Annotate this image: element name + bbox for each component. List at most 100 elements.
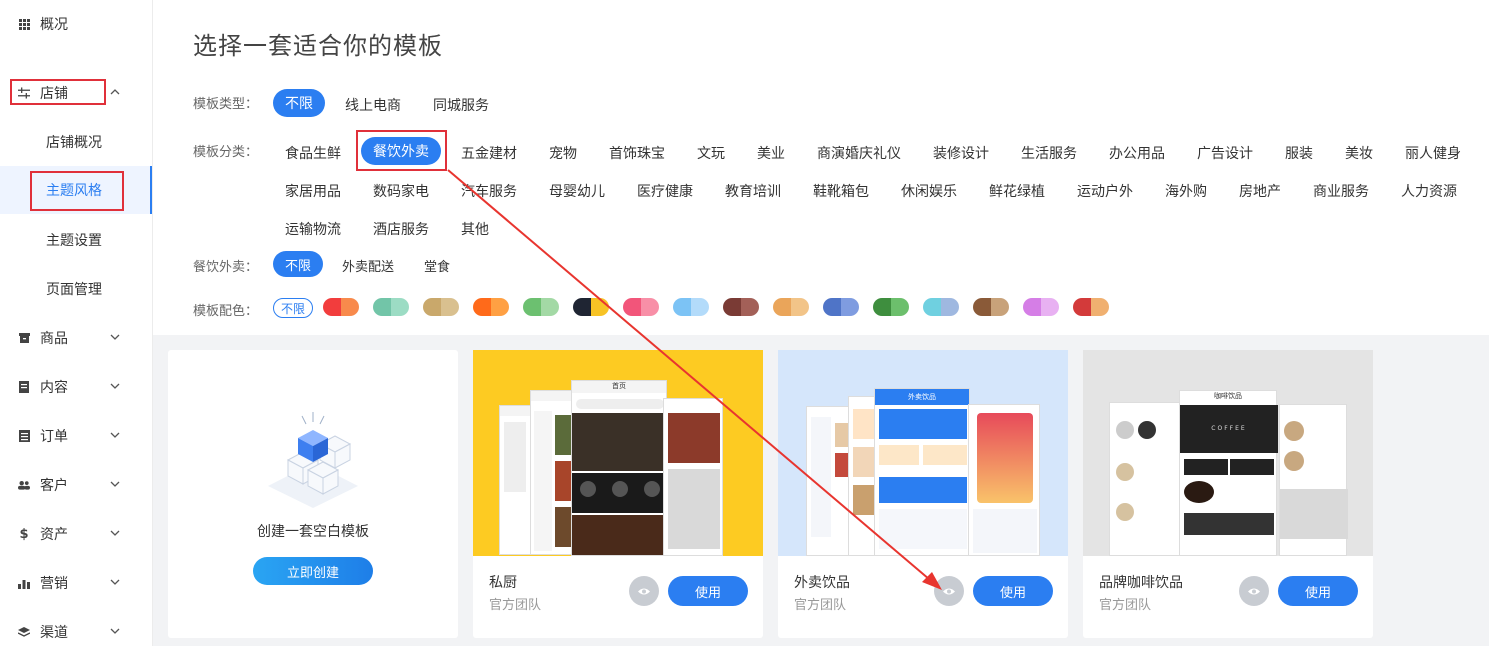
category-hotel[interactable]: 酒店服务 bbox=[373, 219, 429, 239]
category-outdoor[interactable]: 运动户外 bbox=[1077, 181, 1133, 201]
template-name: 外卖饮品 bbox=[794, 575, 850, 591]
color-swatch[interactable] bbox=[973, 298, 1009, 316]
nav-customers[interactable]: 客户 bbox=[0, 465, 152, 505]
category-home[interactable]: 家居用品 bbox=[285, 181, 341, 201]
use-template-button[interactable]: 使用 bbox=[973, 576, 1053, 606]
category-beauty[interactable]: 美业 bbox=[757, 143, 785, 163]
category-shoes-bags[interactable]: 鞋靴箱包 bbox=[813, 181, 869, 201]
use-template-button[interactable]: 使用 bbox=[668, 576, 748, 606]
category-clothing[interactable]: 服装 bbox=[1285, 143, 1313, 163]
nav-assets[interactable]: $ 资产 bbox=[0, 514, 152, 554]
color-option-all[interactable]: 不限 bbox=[273, 298, 313, 318]
template-card[interactable]: 咖啡饮品 COFFEE 品牌咖啡饮品 官方团队 使用 bbox=[1083, 350, 1373, 638]
nav-channels[interactable]: 渠道 bbox=[0, 612, 152, 646]
color-swatch[interactable] bbox=[573, 298, 609, 316]
bar-chart-icon bbox=[18, 577, 30, 589]
nav-assets-label: 资产 bbox=[40, 527, 68, 543]
nav-orders[interactable]: 订单 bbox=[0, 416, 152, 456]
template-card[interactable]: 外卖饮品 外卖饮品 官方团队 使用 bbox=[778, 350, 1068, 638]
category-logistics[interactable]: 运输物流 bbox=[285, 219, 341, 239]
category-decoration[interactable]: 装修设计 bbox=[933, 143, 989, 163]
category-fitness[interactable]: 丽人健身 bbox=[1405, 143, 1461, 163]
preview-eye-icon[interactable] bbox=[629, 576, 659, 606]
category-food-fresh[interactable]: 食品生鲜 bbox=[285, 143, 341, 163]
category-overseas[interactable]: 海外购 bbox=[1165, 181, 1207, 201]
type-option-all[interactable]: 不限 bbox=[273, 89, 325, 117]
box-icon bbox=[18, 332, 30, 344]
template-preview: 咖啡饮品 COFFEE bbox=[1083, 350, 1373, 556]
nav-store-label: 店铺 bbox=[40, 86, 68, 102]
use-template-button[interactable]: 使用 bbox=[1278, 576, 1358, 606]
nav-overview[interactable]: 概况 bbox=[0, 4, 152, 44]
nav-theme-style[interactable]: 主题风格 bbox=[0, 166, 152, 214]
color-swatch[interactable] bbox=[1023, 298, 1059, 316]
preview-eye-icon[interactable] bbox=[1239, 576, 1269, 606]
nav-orders-label: 订单 bbox=[40, 429, 68, 445]
category-catering[interactable]: 餐饮外卖 bbox=[361, 137, 441, 165]
sidebar: 概况 店铺 店铺概况 主题风格 主题设置 页面管理 商品 内容 订单 客户 $ … bbox=[0, 0, 153, 646]
nav-store-overview-label: 店铺概况 bbox=[46, 135, 102, 151]
color-swatch[interactable] bbox=[923, 298, 959, 316]
color-swatch[interactable] bbox=[1073, 298, 1109, 316]
nav-overview-label: 概况 bbox=[40, 17, 68, 33]
category-leisure[interactable]: 休闲娱乐 bbox=[901, 181, 957, 201]
category-education[interactable]: 教育培训 bbox=[725, 181, 781, 201]
color-swatch[interactable] bbox=[373, 298, 409, 316]
template-team: 官方团队 bbox=[1099, 598, 1152, 613]
color-swatch[interactable] bbox=[423, 298, 459, 316]
category-baby[interactable]: 母婴幼儿 bbox=[549, 181, 605, 201]
layers-icon bbox=[18, 626, 30, 638]
category-antiques[interactable]: 文玩 bbox=[697, 143, 725, 163]
sliders-icon bbox=[18, 87, 30, 99]
category-auto[interactable]: 汽车服务 bbox=[461, 181, 517, 201]
category-pets[interactable]: 宠物 bbox=[549, 143, 577, 163]
color-swatch[interactable] bbox=[873, 298, 909, 316]
nav-content-label: 内容 bbox=[40, 380, 68, 396]
category-flowers[interactable]: 鲜花绿植 bbox=[989, 181, 1045, 201]
category-wedding[interactable]: 商演婚庆礼仪 bbox=[817, 143, 901, 163]
chevron-down-icon bbox=[108, 624, 122, 638]
mock-coffee-title: 咖啡饮品 bbox=[1214, 392, 1242, 400]
color-swatch[interactable] bbox=[523, 298, 559, 316]
category-business[interactable]: 商业服务 bbox=[1313, 181, 1369, 201]
color-swatch[interactable] bbox=[673, 298, 709, 316]
color-swatch[interactable] bbox=[723, 298, 759, 316]
color-swatch[interactable] bbox=[773, 298, 809, 316]
nav-theme-style-label: 主题风格 bbox=[46, 183, 102, 199]
type-option-online[interactable]: 线上电商 bbox=[345, 95, 401, 115]
nav-marketing[interactable]: 营销 bbox=[0, 563, 152, 603]
color-swatch[interactable] bbox=[473, 298, 509, 316]
nav-store-overview[interactable]: 店铺概况 bbox=[0, 122, 152, 162]
category-other[interactable]: 其他 bbox=[461, 219, 489, 239]
category-medical[interactable]: 医疗健康 bbox=[637, 181, 693, 201]
food-option-dine-in[interactable]: 堂食 bbox=[424, 256, 450, 275]
nav-channels-label: 渠道 bbox=[40, 625, 68, 641]
nav-content[interactable]: 内容 bbox=[0, 367, 152, 407]
food-filter-label: 餐饮外卖： bbox=[193, 260, 259, 275]
food-option-delivery[interactable]: 外卖配送 bbox=[342, 256, 394, 275]
category-office[interactable]: 办公用品 bbox=[1109, 143, 1165, 163]
category-hr[interactable]: 人力资源 bbox=[1401, 181, 1457, 201]
category-cosmetics[interactable]: 美妆 bbox=[1345, 143, 1373, 163]
category-advertising[interactable]: 广告设计 bbox=[1197, 143, 1253, 163]
category-hardware[interactable]: 五金建材 bbox=[461, 143, 517, 163]
nav-store[interactable]: 店铺 bbox=[0, 73, 152, 113]
color-swatch[interactable] bbox=[623, 298, 659, 316]
type-option-local[interactable]: 同城服务 bbox=[433, 95, 489, 115]
color-swatch[interactable] bbox=[323, 298, 359, 316]
nav-theme-settings[interactable]: 主题设置 bbox=[0, 220, 152, 260]
template-card[interactable]: 首页 私厨 官方团队 使用 bbox=[473, 350, 763, 638]
nav-page-manage[interactable]: 页面管理 bbox=[0, 269, 152, 309]
color-swatch[interactable] bbox=[823, 298, 859, 316]
preview-eye-icon[interactable] bbox=[934, 576, 964, 606]
create-now-button[interactable]: 立即创建 bbox=[253, 557, 373, 585]
food-option-all[interactable]: 不限 bbox=[273, 251, 324, 277]
blank-template-card[interactable]: 创建一套空白模板 立即创建 bbox=[168, 350, 458, 638]
category-life-service[interactable]: 生活服务 bbox=[1021, 143, 1077, 163]
nav-goods[interactable]: 商品 bbox=[0, 318, 152, 358]
category-digital[interactable]: 数码家电 bbox=[373, 181, 429, 201]
category-real-estate[interactable]: 房地产 bbox=[1239, 181, 1281, 201]
template-team: 官方团队 bbox=[489, 598, 542, 613]
template-preview: 外卖饮品 bbox=[778, 350, 1068, 556]
category-jewelry[interactable]: 首饰珠宝 bbox=[609, 143, 665, 163]
